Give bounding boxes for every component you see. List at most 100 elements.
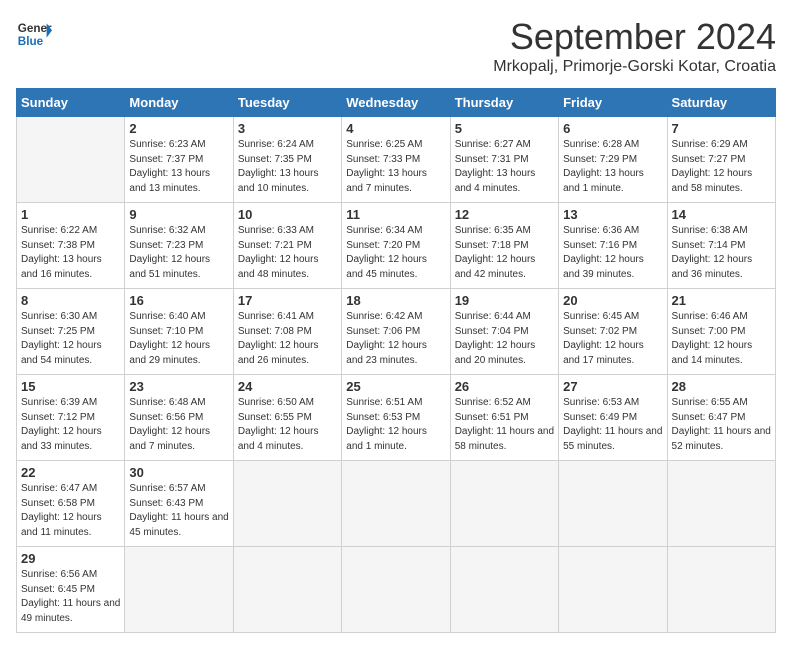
calendar-table: SundayMondayTuesdayWednesdayThursdayFrid… [16, 88, 776, 633]
calendar-cell: 8 Sunrise: 6:30 AMSunset: 7:25 PMDaylight… [17, 289, 125, 375]
day-of-week-header: Sunday [17, 89, 125, 117]
calendar-cell: 30 Sunrise: 6:57 AMSunset: 6:43 PMDayligh… [125, 461, 233, 547]
day-number: 13 [563, 207, 662, 222]
calendar-cell: 11 Sunrise: 6:34 AMSunset: 7:20 PMDayligh… [342, 203, 450, 289]
day-info: Sunrise: 6:25 AMSunset: 7:33 PMDaylight:… [346, 138, 445, 196]
day-number: 14 [672, 207, 771, 222]
svg-text:Blue: Blue [18, 35, 44, 48]
calendar-cell: 5Sunrise: 6:27 AMSunset: 7:31 PMDaylight… [450, 117, 558, 203]
day-info: Sunrise: 6:42 AMSunset: 7:06 PMDaylight:… [346, 310, 445, 368]
day-number: 24 [238, 379, 337, 394]
calendar-cell: 10Sunrise: 6:33 AMSunset: 7:21 PMDayligh… [233, 203, 341, 289]
day-number: 5 [455, 121, 554, 136]
calendar-cell [125, 547, 233, 633]
calendar-cell: 23Sunrise: 6:48 AMSunset: 6:56 PMDayligh… [125, 375, 233, 461]
day-info: Sunrise: 6:57 AMSunset: 6:43 PMDaylight:… [129, 482, 228, 540]
day-info: Sunrise: 6:34 AMSunset: 7:20 PMDaylight:… [346, 224, 445, 282]
day-info: Sunrise: 6:24 AMSunset: 7:35 PMDaylight:… [238, 138, 337, 196]
calendar-cell [559, 547, 667, 633]
calendar-cell [342, 547, 450, 633]
calendar-cell: 29 Sunrise: 6:56 AMSunset: 6:45 PMDayligh… [17, 547, 125, 633]
calendar-cell [233, 461, 341, 547]
calendar-cell: 19 Sunrise: 6:44 AMSunset: 7:04 PMDayligh… [450, 289, 558, 375]
day-info: Sunrise: 6:29 AMSunset: 7:27 PMDaylight:… [672, 138, 771, 196]
day-info: Sunrise: 6:45 AMSunset: 7:02 PMDaylight:… [563, 310, 662, 368]
calendar-cell [667, 461, 775, 547]
day-number: 17 [238, 293, 337, 308]
calendar-cell: 22 Sunrise: 6:47 AMSunset: 6:58 PMDayligh… [17, 461, 125, 547]
calendar-cell: 24Sunrise: 6:50 AMSunset: 6:55 PMDayligh… [233, 375, 341, 461]
calendar-cell: 1 Sunrise: 6:22 AMSunset: 7:38 PMDaylight… [17, 203, 125, 289]
calendar-cell [233, 547, 341, 633]
day-number: 26 [455, 379, 554, 394]
day-info: Sunrise: 6:40 AMSunset: 7:10 PMDaylight:… [129, 310, 228, 368]
day-info: Sunrise: 6:28 AMSunset: 7:29 PMDaylight:… [563, 138, 662, 196]
day-info: Sunrise: 6:56 AMSunset: 6:45 PMDaylight:… [21, 568, 120, 626]
calendar-cell: 20 Sunrise: 6:45 AMSunset: 7:02 PMDayligh… [559, 289, 667, 375]
location-title: Mrkopalj, Primorje-Gorski Kotar, Croatia [493, 58, 776, 76]
day-number: 12 [455, 207, 554, 222]
calendar-cell: 27Sunrise: 6:53 AMSunset: 6:49 PMDayligh… [559, 375, 667, 461]
logo: General Blue [16, 16, 52, 52]
day-info: Sunrise: 6:47 AMSunset: 6:58 PMDaylight:… [21, 482, 120, 540]
day-of-week-header: Wednesday [342, 89, 450, 117]
day-number: 30 [129, 465, 228, 480]
day-of-week-header: Friday [559, 89, 667, 117]
day-number: 10 [238, 207, 337, 222]
calendar-cell: 21 Sunrise: 6:46 AMSunset: 7:00 PMDayligh… [667, 289, 775, 375]
day-number: 25 [346, 379, 445, 394]
day-number: 7 [672, 121, 771, 136]
calendar-cell [450, 461, 558, 547]
day-number: 19 [455, 293, 554, 308]
day-number: 1 [21, 207, 120, 222]
calendar-cell: 6 Sunrise: 6:28 AMSunset: 7:29 PMDaylight… [559, 117, 667, 203]
calendar-cell: 2 Sunrise: 6:23 AMSunset: 7:37 PMDaylight… [125, 117, 233, 203]
day-number: 6 [563, 121, 662, 136]
day-number: 22 [21, 465, 120, 480]
day-of-week-header: Saturday [667, 89, 775, 117]
logo-icon: General Blue [16, 16, 52, 52]
day-info: Sunrise: 6:22 AMSunset: 7:38 PMDaylight:… [21, 224, 120, 282]
calendar-cell [342, 461, 450, 547]
day-number: 23 [129, 379, 228, 394]
day-number: 28 [672, 379, 771, 394]
month-title: September 2024 [493, 16, 776, 58]
day-number: 8 [21, 293, 120, 308]
calendar-cell: 18Sunrise: 6:42 AMSunset: 7:06 PMDayligh… [342, 289, 450, 375]
day-number: 4 [346, 121, 445, 136]
calendar-cell: 15Sunrise: 6:39 AMSunset: 7:12 PMDayligh… [17, 375, 125, 461]
calendar-cell: 3 Sunrise: 6:24 AMSunset: 7:35 PMDaylight… [233, 117, 341, 203]
calendar-cell [17, 117, 125, 203]
calendar-cell: 4 Sunrise: 6:25 AMSunset: 7:33 PMDaylight… [342, 117, 450, 203]
day-of-week-header: Thursday [450, 89, 558, 117]
day-info: Sunrise: 6:30 AMSunset: 7:25 PMDaylight:… [21, 310, 120, 368]
day-number: 20 [563, 293, 662, 308]
day-info: Sunrise: 6:53 AMSunset: 6:49 PMDaylight:… [563, 396, 662, 454]
day-info: Sunrise: 6:36 AMSunset: 7:16 PMDaylight:… [563, 224, 662, 282]
calendar-cell: 17 Sunrise: 6:41 AMSunset: 7:08 PMDayligh… [233, 289, 341, 375]
calendar-cell: 26Sunrise: 6:52 AMSunset: 6:51 PMDayligh… [450, 375, 558, 461]
calendar-cell: 14Sunrise: 6:38 AMSunset: 7:14 PMDayligh… [667, 203, 775, 289]
day-info: Sunrise: 6:39 AMSunset: 7:12 PMDaylight:… [21, 396, 120, 454]
day-number: 11 [346, 207, 445, 222]
day-info: Sunrise: 6:35 AMSunset: 7:18 PMDaylight:… [455, 224, 554, 282]
day-number: 2 [129, 121, 228, 136]
day-info: Sunrise: 6:46 AMSunset: 7:00 PMDaylight:… [672, 310, 771, 368]
calendar-cell [559, 461, 667, 547]
day-info: Sunrise: 6:23 AMSunset: 7:37 PMDaylight:… [129, 138, 228, 196]
calendar-cell: 12 Sunrise: 6:35 AMSunset: 7:18 PMDayligh… [450, 203, 558, 289]
calendar-cell [667, 547, 775, 633]
day-number: 21 [672, 293, 771, 308]
calendar-cell: 7 Sunrise: 6:29 AMSunset: 7:27 PMDaylight… [667, 117, 775, 203]
title-area: September 2024 Mrkopalj, Primorje-Gorski… [493, 16, 776, 76]
calendar-cell: 28 Sunrise: 6:55 AMSunset: 6:47 PMDayligh… [667, 375, 775, 461]
day-number: 16 [129, 293, 228, 308]
day-of-week-header: Tuesday [233, 89, 341, 117]
day-info: Sunrise: 6:44 AMSunset: 7:04 PMDaylight:… [455, 310, 554, 368]
day-info: Sunrise: 6:55 AMSunset: 6:47 PMDaylight:… [672, 396, 771, 454]
calendar-cell: 25Sunrise: 6:51 AMSunset: 6:53 PMDayligh… [342, 375, 450, 461]
day-info: Sunrise: 6:41 AMSunset: 7:08 PMDaylight:… [238, 310, 337, 368]
day-number: 3 [238, 121, 337, 136]
day-number: 29 [21, 551, 120, 566]
calendar-cell [450, 547, 558, 633]
